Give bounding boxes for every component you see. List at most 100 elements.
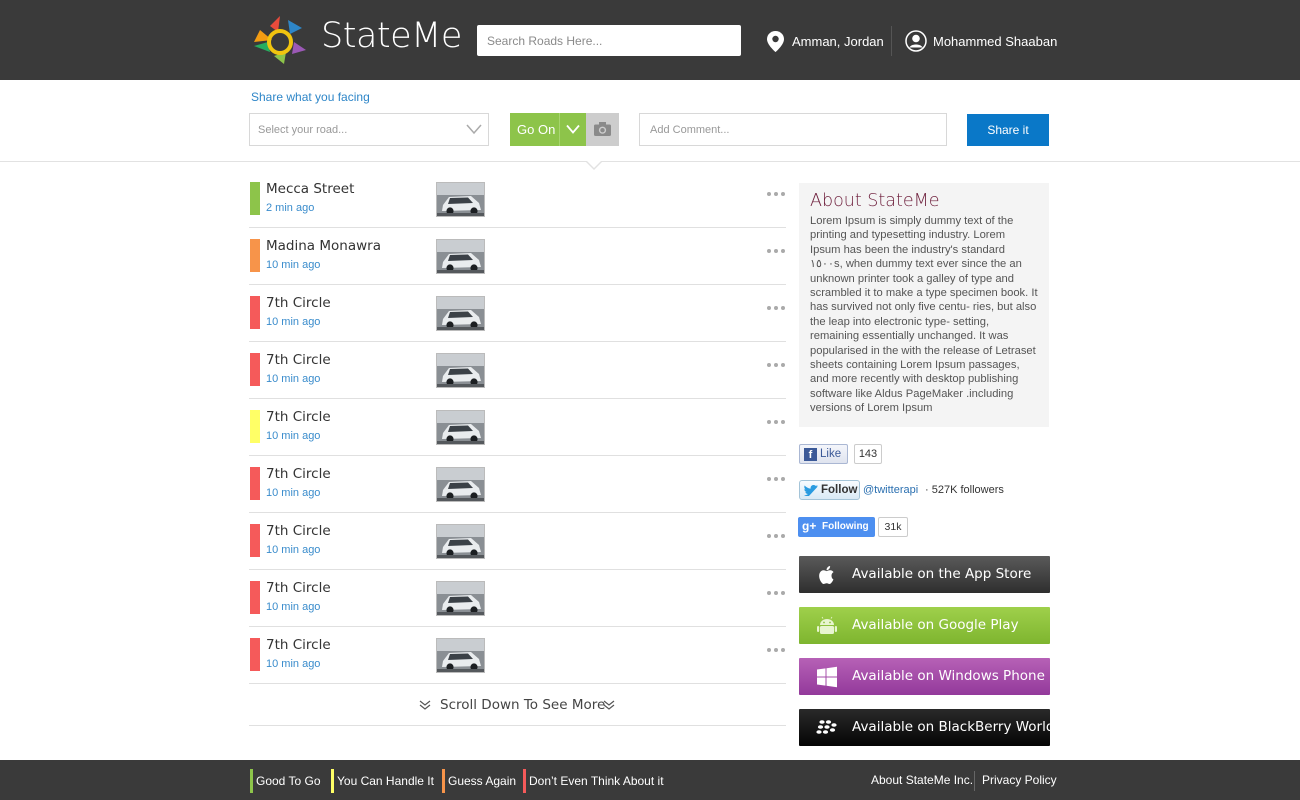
google-play-label: Available on Google Play [852, 617, 1019, 633]
blackberry-icon [816, 720, 837, 734]
road-name[interactable]: 7th Circle [266, 352, 331, 368]
legend-swatch-handle [331, 769, 334, 793]
post-time: 10 min ago [266, 658, 321, 670]
legend-good-to-go: Good To Go [250, 769, 321, 793]
feed-row[interactable]: 7th Circle 10 min ago [249, 456, 786, 513]
road-name[interactable]: 7th Circle [266, 523, 331, 539]
chevron-down-icon [566, 124, 580, 134]
location-pin-icon [767, 31, 784, 52]
windows-phone-button[interactable]: Available on Windows Phone [799, 658, 1050, 695]
current-location[interactable]: Amman, Jordan [792, 34, 884, 49]
about-title: About StateMe [810, 191, 940, 211]
road-select-placeholder: Select your road... [258, 124, 348, 136]
road-photo-thumbnail[interactable] [436, 239, 485, 274]
scroll-more-link[interactable]: Scroll Down To See More [249, 686, 786, 726]
google-plus-count: 31k [878, 517, 908, 537]
road-name[interactable]: 7th Circle [266, 637, 331, 653]
more-options-icon[interactable] [766, 590, 786, 596]
status-color-bar [250, 239, 260, 272]
status-color-bar [250, 638, 260, 671]
road-status-feed: Mecca Street 2 min ago Madina Monawra 10 mi… [249, 171, 786, 684]
feed-row[interactable]: 7th Circle 10 min ago [249, 570, 786, 627]
road-name[interactable]: Madina Monawra [266, 238, 381, 254]
comment-input[interactable] [639, 113, 947, 146]
footer: Good To Go You Can Handle It Guess Again… [0, 760, 1300, 800]
more-options-icon[interactable] [766, 248, 786, 254]
feed-row[interactable]: 7th Circle 10 min ago [249, 285, 786, 342]
windows-icon [817, 666, 837, 688]
road-photo-thumbnail[interactable] [436, 296, 485, 331]
chevron-down-icon [466, 124, 482, 135]
road-search-input[interactable] [477, 25, 741, 56]
car-photo-icon [437, 354, 484, 387]
more-options-icon[interactable] [766, 476, 786, 482]
post-time: 10 min ago [266, 430, 321, 442]
google-play-button[interactable]: Available on Google Play [799, 607, 1050, 644]
facebook-like-button[interactable]: f Like [799, 444, 848, 464]
post-time: 10 min ago [266, 487, 321, 499]
car-photo-icon [437, 639, 484, 672]
feed-row[interactable]: 7th Circle 10 min ago [249, 627, 786, 684]
road-photo-thumbnail[interactable] [436, 182, 485, 217]
apple-icon [819, 566, 834, 584]
road-name[interactable]: 7th Circle [266, 580, 331, 596]
road-name[interactable]: 7th Circle [266, 409, 331, 425]
google-plus-label: Following [822, 521, 869, 532]
feed-row[interactable]: 7th Circle 10 min ago [249, 513, 786, 570]
legend-swatch-dont [523, 769, 526, 793]
feed-row[interactable]: 7th Circle 10 min ago [249, 399, 786, 456]
android-icon [817, 616, 837, 634]
road-photo-thumbnail[interactable] [436, 410, 485, 445]
status-dropdown[interactable]: Go On [510, 113, 586, 146]
feed-row[interactable]: 7th Circle 10 min ago [249, 342, 786, 399]
road-photo-thumbnail[interactable] [436, 353, 485, 388]
status-color-bar [250, 410, 260, 443]
share-it-button[interactable]: Share it [967, 114, 1049, 146]
blackberry-world-button[interactable]: Available on BlackBerry World [799, 709, 1054, 746]
double-chevron-down-icon [419, 700, 431, 710]
twitter-follower-count: · 527K followers [925, 484, 1004, 496]
status-divider [559, 113, 560, 146]
google-plus-icon: g+ [802, 519, 817, 533]
legend-label: Don’t Even Think About it [529, 774, 664, 788]
road-photo-thumbnail[interactable] [436, 467, 485, 502]
more-options-icon[interactable] [766, 647, 786, 653]
double-chevron-down-icon [603, 700, 615, 710]
google-plus-following-button[interactable]: g+ Following [798, 517, 875, 537]
road-photo-thumbnail[interactable] [436, 581, 485, 616]
road-select-dropdown[interactable]: Select your road... [249, 113, 489, 146]
road-name[interactable]: 7th Circle [266, 466, 331, 482]
post-time: 10 min ago [266, 259, 321, 271]
car-photo-icon [437, 297, 484, 330]
legend-you-can-handle-it: You Can Handle It [331, 769, 434, 793]
feed-row[interactable]: Mecca Street 2 min ago [249, 171, 786, 228]
more-options-icon[interactable] [766, 305, 786, 311]
more-options-icon[interactable] [766, 362, 786, 368]
road-photo-thumbnail[interactable] [436, 638, 485, 673]
legend-label: Guess Again [448, 774, 517, 788]
post-time: 10 min ago [266, 373, 321, 385]
road-name[interactable]: 7th Circle [266, 295, 331, 311]
road-photo-thumbnail[interactable] [436, 524, 485, 559]
twitter-handle-link[interactable]: @twitterapi [863, 484, 918, 496]
post-time: 10 min ago [266, 601, 321, 613]
car-photo-icon [437, 525, 484, 558]
post-time: 2 min ago [266, 202, 315, 214]
user-name[interactable]: Mohammed Shaaban [933, 34, 1057, 49]
stateme-logo[interactable] [250, 12, 310, 66]
feed-row[interactable]: Madina Monawra 10 min ago [249, 228, 786, 285]
car-photo-icon [437, 411, 484, 444]
road-name[interactable]: Mecca Street [266, 181, 354, 197]
camera-button[interactable] [586, 113, 619, 146]
blackberry-world-label: Available on BlackBerry World [852, 719, 1055, 735]
more-options-icon[interactable] [766, 191, 786, 197]
privacy-policy-link[interactable]: Privacy Policy [982, 773, 1057, 787]
about-link[interactable]: About StateMe Inc. [871, 773, 973, 787]
status-color-bar [250, 182, 260, 215]
share-bar: Share what you facing Select your road..… [0, 80, 1300, 170]
brand-name[interactable]: StateMe [321, 16, 462, 56]
more-options-icon[interactable] [766, 419, 786, 425]
more-options-icon[interactable] [766, 533, 786, 539]
twitter-follow-button[interactable]: Follow [799, 480, 860, 500]
app-store-button[interactable]: Available on the App Store [799, 556, 1050, 593]
